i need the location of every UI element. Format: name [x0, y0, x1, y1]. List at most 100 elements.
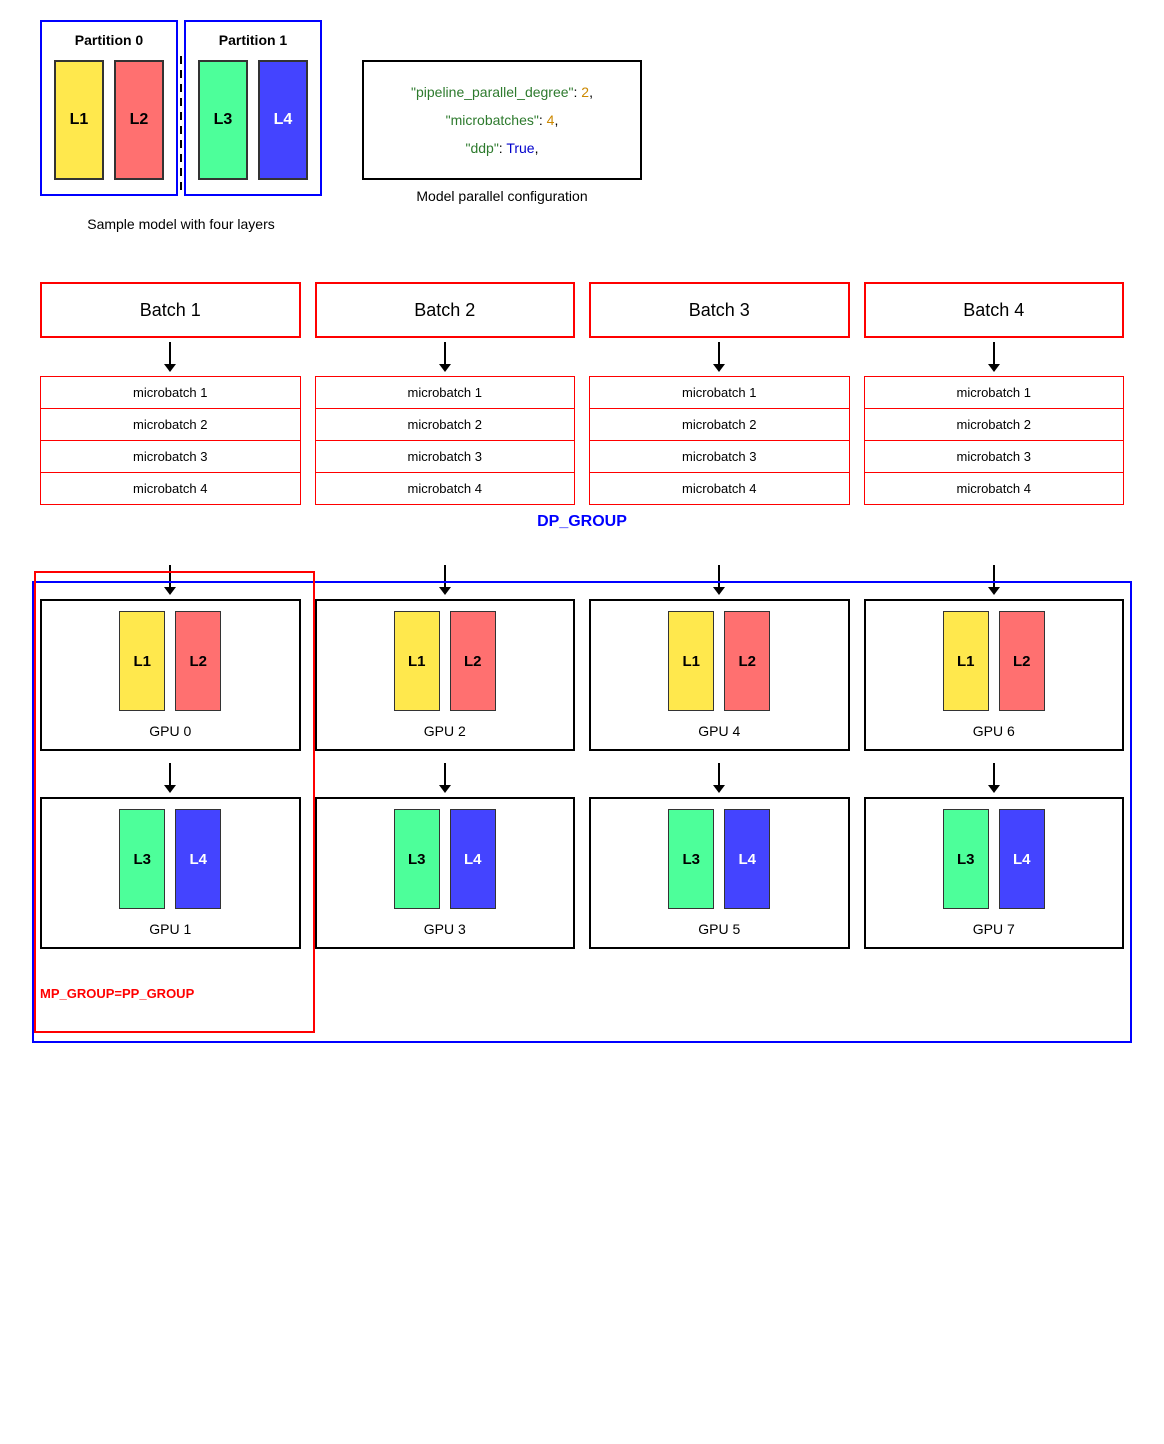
arrow-line	[993, 342, 995, 364]
gpu-column-4: L1 L2 GPU 4	[589, 561, 850, 751]
arrow-line	[169, 342, 171, 364]
gpu-1-L3: L3	[119, 809, 165, 909]
config-caption: Model parallel configuration	[416, 188, 587, 204]
gpu-7-label: GPU 7	[973, 921, 1015, 937]
microbatch-stack-2: microbatch 1 microbatch 2 microbatch 3 m…	[315, 376, 576, 505]
partition-1-box: Partition 1 L3 L4	[184, 20, 322, 196]
microbatch-2-4: microbatch 4	[315, 472, 576, 505]
microbatch-2-1: microbatch 1	[315, 376, 576, 408]
gpu-0-box: L1 L2 GPU 0	[40, 599, 301, 751]
batch-3-label: Batch 3	[689, 300, 750, 321]
config-line2: "microbatches": 4,	[388, 106, 616, 134]
microbatch-3-4: microbatch 4	[589, 472, 850, 505]
gpu-2-layers: L1 L2	[394, 611, 496, 711]
batch-column-2: Batch 2 microbatch 1 microbatch 2 microb…	[315, 282, 576, 505]
gpu-3-label: GPU 3	[424, 921, 466, 937]
arrow-line	[169, 565, 171, 587]
arrow-head	[439, 364, 451, 372]
gpu-5-label: GPU 5	[698, 921, 740, 937]
gpu-3-box: L3 L4 GPU 3	[315, 797, 576, 949]
gpu-0-layers: L1 L2	[119, 611, 221, 711]
gpu-7-L4: L4	[999, 809, 1045, 909]
arrow-head	[164, 785, 176, 793]
config-key2: "microbatches"	[446, 112, 539, 128]
arrow-batch3	[713, 342, 725, 372]
gpu-1-label: GPU 1	[149, 921, 191, 937]
gpu-6-L1: L1	[943, 611, 989, 711]
batch-2-label: Batch 2	[414, 300, 475, 321]
arrow-line	[718, 763, 720, 785]
gpu-1-L4: L4	[175, 809, 221, 909]
gpu-5-layers: L3 L4	[668, 809, 770, 909]
config-line3: "ddp": True,	[388, 134, 616, 162]
gpu-6-box: L1 L2 GPU 6	[864, 599, 1125, 751]
gpu-3-L3: L3	[394, 809, 440, 909]
microbatch-3-1: microbatch 1	[589, 376, 850, 408]
main-container: Partition 0 L1 L2 Partition 1 L3 L4	[0, 0, 1164, 1033]
gpu-bottom-row: L3 L4 GPU 1 L3 L4	[40, 759, 1124, 979]
batch-columns: Batch 1 microbatch 1 microbatch 2 microb…	[40, 282, 1124, 505]
gpu-6-label: GPU 6	[973, 723, 1015, 739]
gpu-0-L1: L1	[119, 611, 165, 711]
batch-1-box: Batch 1	[40, 282, 301, 338]
arrow-head	[988, 587, 1000, 595]
microbatch-stack-4: microbatch 1 microbatch 2 microbatch 3 m…	[864, 376, 1125, 505]
arrow-head	[164, 587, 176, 595]
partition-0-layers: L1 L2	[54, 60, 164, 180]
gpu-1-box: L3 L4 GPU 1	[40, 797, 301, 949]
dp-group-area: DP_GROUP	[40, 513, 1124, 531]
arrow-head	[713, 785, 725, 793]
gpu-7-layers: L3 L4	[943, 809, 1045, 909]
gpu-2-L2: L2	[450, 611, 496, 711]
microbatch-4-2: microbatch 2	[864, 408, 1125, 440]
gpu-section: L1 L2 GPU 0 L1 L2	[40, 561, 1124, 1003]
gpu-7-L3: L3	[943, 809, 989, 909]
config-line1: "pipeline_parallel_degree": 2,	[388, 78, 616, 106]
microbatch-stack-1: microbatch 1 microbatch 2 microbatch 3 m…	[40, 376, 301, 505]
microbatch-3-2: microbatch 2	[589, 408, 850, 440]
gpu-3-L4: L4	[450, 809, 496, 909]
arrow-gpu6-in	[988, 565, 1000, 595]
arrow-line	[993, 565, 995, 587]
gpu-4-layers: L1 L2	[668, 611, 770, 711]
arrow-line	[718, 342, 720, 364]
layer-L1: L1	[54, 60, 104, 180]
gpu-column-1: L3 L4 GPU 1	[40, 759, 301, 949]
gpu-5-L3: L3	[668, 809, 714, 909]
partition-divider	[180, 56, 182, 196]
gpu-column-2: L1 L2 GPU 2	[315, 561, 576, 751]
partition-0-label: Partition 0	[75, 32, 143, 48]
gpu-2-box: L1 L2 GPU 2	[315, 599, 576, 751]
gpu-top-row: L1 L2 GPU 0 L1 L2	[40, 561, 1124, 751]
microbatch-4-1: microbatch 1	[864, 376, 1125, 408]
batch-4-label: Batch 4	[963, 300, 1024, 321]
arrow-gpu5-in	[713, 763, 725, 793]
dp-group-label: DP_GROUP	[537, 513, 627, 530]
config-key3: "ddp"	[465, 140, 498, 156]
microbatch-stack-3: microbatch 1 microbatch 2 microbatch 3 m…	[589, 376, 850, 505]
gpu-4-L2: L2	[724, 611, 770, 711]
config-val3: True	[506, 140, 534, 156]
gpu-6-L2: L2	[999, 611, 1045, 711]
batch-2-box: Batch 2	[315, 282, 576, 338]
arrow-head	[439, 587, 451, 595]
gpu-column-5: L3 L4 GPU 5	[589, 759, 850, 949]
batch-column-3: Batch 3 microbatch 1 microbatch 2 microb…	[589, 282, 850, 505]
arrow-line	[718, 565, 720, 587]
gpu-2-L1: L1	[394, 611, 440, 711]
microbatch-1-4: microbatch 4	[40, 472, 301, 505]
config-key1: "pipeline_parallel_degree"	[411, 84, 574, 100]
batch-1-label: Batch 1	[140, 300, 201, 321]
gpu-4-box: L1 L2 GPU 4	[589, 599, 850, 751]
partition-1-label: Partition 1	[219, 32, 287, 48]
layer-L3: L3	[198, 60, 248, 180]
gpu-4-label: GPU 4	[698, 723, 740, 739]
model-caption: Sample model with four layers	[87, 216, 275, 232]
arrow-head	[988, 785, 1000, 793]
arrow-gpu4-in	[713, 565, 725, 595]
batch-section: Batch 1 microbatch 1 microbatch 2 microb…	[20, 272, 1144, 1013]
gpu-5-L4: L4	[724, 809, 770, 909]
mp-group-label: MP_GROUP=PP_GROUP	[40, 986, 194, 1001]
batch-column-1: Batch 1 microbatch 1 microbatch 2 microb…	[40, 282, 301, 505]
model-diagram: Partition 0 L1 L2 Partition 1 L3 L4	[40, 20, 322, 232]
